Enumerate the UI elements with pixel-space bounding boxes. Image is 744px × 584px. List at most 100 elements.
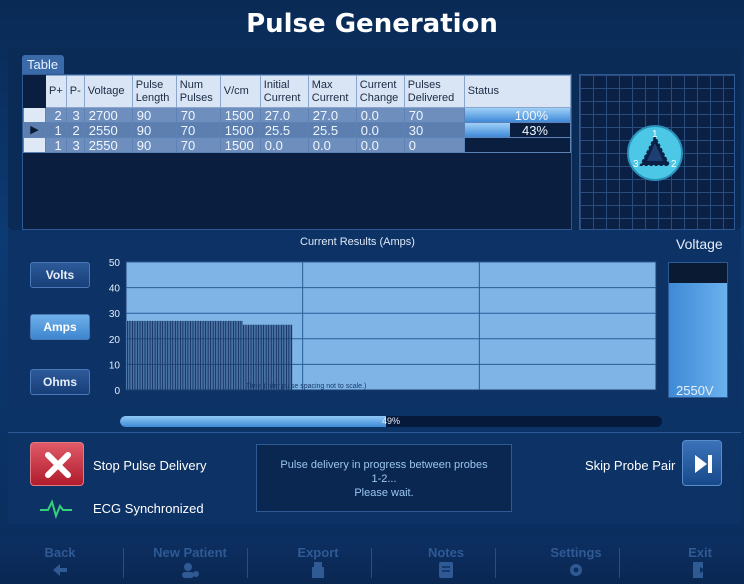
tab-table[interactable]: Table	[22, 55, 64, 75]
footer-back[interactable]: Back	[10, 545, 110, 578]
chart-bar	[276, 324, 278, 390]
table-header: Voltage	[83, 75, 133, 108]
chart-bar	[128, 320, 130, 390]
ecg-icon	[40, 499, 72, 520]
table-cell: 0.0	[259, 137, 309, 153]
chart-bar	[264, 324, 266, 390]
table-cell: 0.0	[355, 137, 405, 153]
x-axis-label: Time (Inter pulse spacing not to scale.)	[246, 383, 366, 390]
footer-settings[interactable]: Settings	[526, 545, 626, 578]
chart-bar	[204, 320, 207, 390]
table-cell: 0	[403, 137, 465, 153]
footer-new-patient[interactable]: New Patient	[140, 545, 240, 578]
delivery-progress-text: 49%	[381, 416, 400, 426]
table-row[interactable]: ▶ 1 2 2550 90 70 1500 25.5 25.5 0.0 30 43%	[23, 122, 572, 138]
table-row[interactable]: 1 3 2550 90 70 1500 0.0 0.0 0.0 0	[23, 137, 572, 153]
chart-bar	[188, 320, 190, 390]
ecg-status-label: ECG Synchronized	[93, 501, 204, 516]
chart-bar	[203, 320, 205, 390]
table-cell: 1500	[219, 137, 261, 153]
status-cell: 100%	[463, 107, 572, 123]
table-cell: 2550	[83, 137, 133, 153]
add-user-icon-body	[182, 572, 194, 578]
chart-bar	[226, 320, 228, 390]
chart-bar	[271, 324, 273, 390]
chart-bar	[155, 320, 157, 390]
footer-exit[interactable]: Exit	[650, 545, 744, 578]
status-message-box: Pulse delivery in progress between probe…	[256, 444, 512, 512]
chart-bar	[163, 320, 165, 390]
chart-bar	[257, 324, 260, 390]
chart-bar	[239, 320, 241, 390]
chart-bar	[244, 324, 246, 390]
chart-bar	[259, 324, 261, 390]
footer-new-patient-label: New Patient	[153, 545, 227, 560]
probe-label-2: 2	[671, 159, 677, 170]
chart-bar	[199, 320, 202, 390]
chart-bar	[138, 320, 140, 390]
chart-bar	[168, 320, 170, 390]
chart-bar	[148, 320, 150, 390]
skip-next-icon-bar	[708, 455, 712, 473]
table-cell: 2700	[83, 107, 133, 123]
table-row[interactable]: 2 3 2700 90 70 1500 27.0 27.0 0.0 70 100%	[23, 107, 572, 123]
probe-label-1: 1	[652, 129, 658, 140]
y-tick-label: 10	[109, 360, 121, 371]
table-cell: 0.0	[307, 137, 357, 153]
table-cell: 70	[175, 137, 221, 153]
chart-bar	[236, 320, 238, 390]
voltage-value: 2550V	[676, 383, 714, 398]
skip-probe-pair-label: Skip Probe Pair	[585, 458, 676, 473]
voltage-meter-fill	[669, 283, 727, 397]
chart-bar	[127, 320, 129, 390]
chart-bar	[140, 320, 142, 390]
chart-bar	[219, 320, 221, 390]
gear-icon	[570, 564, 582, 576]
row-pointer	[23, 137, 46, 153]
chart-bar	[286, 324, 288, 390]
stop-pulse-button[interactable]	[30, 442, 84, 486]
arrow-left-icon	[53, 564, 67, 576]
table-header-pointer	[23, 75, 46, 108]
table-cell: 25.5	[259, 122, 309, 138]
chart-bar	[173, 320, 175, 390]
chart-bar	[153, 320, 155, 390]
skip-probe-pair-button[interactable]	[682, 440, 722, 486]
chart-bar	[161, 320, 163, 390]
chart-bar	[233, 320, 235, 390]
chart-bar	[261, 324, 263, 390]
chart-bar	[133, 320, 135, 390]
amps-button[interactable]: Amps	[30, 314, 90, 340]
y-tick-label: 20	[109, 335, 121, 346]
chart-bar	[279, 324, 281, 390]
status-text: 43%	[521, 122, 548, 138]
table-cell: 3	[65, 137, 85, 153]
skip-next-icon	[695, 455, 712, 473]
table-header: Num Pulses	[175, 75, 221, 108]
footer-export[interactable]: Export	[268, 545, 368, 578]
chart-bar	[150, 320, 152, 390]
chart-bar	[136, 320, 139, 390]
table-cell: 70	[403, 107, 465, 123]
ohms-button[interactable]: Ohms	[30, 369, 90, 395]
y-tick-label: 40	[109, 284, 121, 295]
chart-bar	[158, 320, 160, 390]
volts-button[interactable]: Volts	[30, 262, 90, 288]
table-cell: 3	[65, 107, 85, 123]
table-header: Status	[463, 75, 572, 108]
chart-bar	[216, 320, 218, 390]
chart-bar	[166, 320, 168, 390]
status-text: 100%	[514, 107, 548, 123]
window-title: Pulse Generation	[246, 9, 498, 39]
chart-bar	[176, 320, 178, 390]
chart-bar	[221, 320, 223, 390]
chart-bar	[198, 320, 200, 390]
chart-bar	[228, 320, 230, 390]
footer-exit-label: Exit	[688, 545, 712, 560]
add-user-icon-head	[184, 563, 192, 571]
table-cell: 0.0	[355, 122, 405, 138]
table-cell: 25.5	[307, 122, 357, 138]
footer-notes[interactable]: Notes	[396, 545, 496, 578]
chart-bar	[171, 320, 173, 390]
footer-divider	[123, 548, 124, 578]
